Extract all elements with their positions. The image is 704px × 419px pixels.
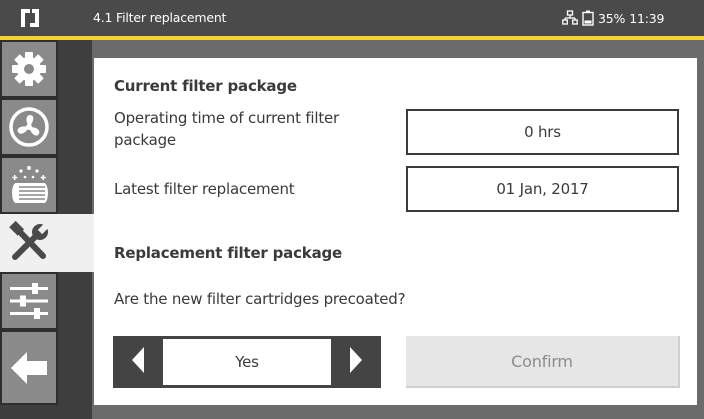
clock-time: 11:39 (629, 10, 665, 26)
top-bar: 4.1 Filter replacement 35% 11:39 (0, 0, 704, 36)
back-arrow-icon (9, 350, 49, 386)
selector-value: Yes (163, 339, 331, 385)
operating-time-label: Operating time of current filter package (114, 109, 340, 149)
operating-time-field: 0 hrs (406, 109, 679, 155)
latest-replacement-label: Latest filter replacement (114, 180, 295, 198)
confirm-button[interactable]: Confirm (406, 336, 680, 388)
precoated-question: Are the new filter cartridges precoated? (114, 290, 406, 308)
sidebar-item-adjustments[interactable] (0, 272, 58, 330)
latest-replacement-field: 01 Jan, 2017 (406, 166, 679, 212)
sidebar-item-settings[interactable] (0, 40, 58, 98)
network-icon (562, 10, 578, 26)
filter-replacement-panel: Current filter package Operating time of… (94, 58, 697, 405)
sidebar-item-maintenance[interactable] (0, 214, 94, 272)
fan-icon (8, 106, 50, 148)
current-filter-section-title: Current filter package (114, 77, 297, 95)
selector-next-button[interactable] (331, 336, 381, 388)
precoated-selector[interactable]: Yes (113, 336, 381, 388)
filter-cartridge-icon (9, 164, 49, 206)
battery-level: 35% (598, 10, 626, 26)
replacement-filter-section-title: Replacement filter package (114, 244, 342, 262)
accent-line (0, 36, 704, 40)
gear-icon (9, 49, 49, 89)
sidebar (0, 40, 94, 405)
sliders-icon (8, 281, 50, 321)
sidebar-item-filter[interactable] (0, 156, 58, 214)
battery-icon (582, 10, 594, 26)
selector-prev-button[interactable] (113, 336, 163, 388)
app-logo-icon (20, 7, 40, 29)
sidebar-item-back[interactable] (0, 330, 58, 405)
page-title: 4.1 Filter replacement (93, 10, 227, 25)
tools-icon (6, 220, 52, 266)
sidebar-item-fan[interactable] (0, 98, 58, 156)
status-area: 35% 11:39 (562, 9, 664, 27)
chevron-right-icon (349, 346, 363, 378)
chevron-left-icon (131, 346, 145, 378)
